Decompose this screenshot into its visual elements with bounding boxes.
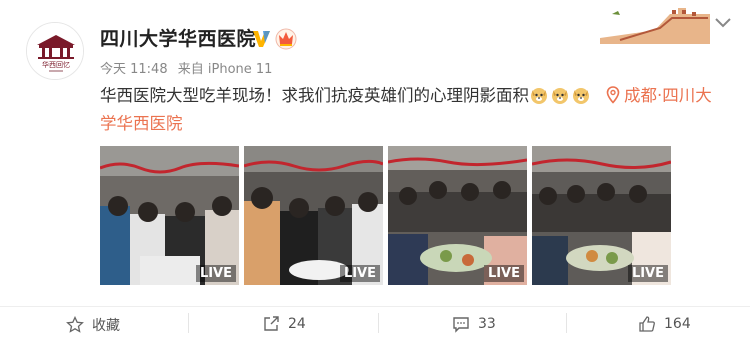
thumbs-up-icon: [639, 316, 655, 332]
doge-emoji-icon: [552, 88, 568, 104]
weibo-post-card: 华西回忆 四川大学华西医院 今天 11:48 来自 iPhone 11 华西医院…: [0, 0, 750, 338]
doge-emoji-icon: [531, 88, 547, 104]
repost-icon: [264, 316, 279, 331]
live-photo-1[interactable]: LIVE: [100, 146, 239, 285]
repost-button[interactable]: 24: [262, 315, 306, 333]
post-meta: 今天 11:48 来自 iPhone 11: [100, 58, 278, 77]
great-wall-decoration-icon: [600, 8, 710, 44]
post-text: 华西医院大型吃羊现场！求我们抗疫英雄们的心理阴影面积 成都·四川大学华西医院: [100, 82, 720, 138]
doge-emoji-icon: [573, 88, 589, 104]
live-badge: LIVE: [339, 265, 380, 282]
live-photo-4[interactable]: LIVE: [532, 146, 671, 285]
star-icon: [66, 316, 84, 333]
favorite-button[interactable]: 收藏: [66, 315, 120, 335]
live-badge: LIVE: [627, 265, 668, 282]
like-button[interactable]: 164: [638, 315, 691, 333]
post-source: 来自 iPhone 11: [177, 62, 273, 77]
verified-badge-icon: [253, 31, 270, 47]
post-time[interactable]: 今天 11:48: [100, 62, 168, 77]
author-avatar[interactable]: 华西回忆: [26, 22, 84, 80]
live-badge: LIVE: [195, 265, 236, 282]
vip-crown-icon: [275, 28, 297, 50]
divider: [378, 313, 379, 333]
divider: [188, 313, 189, 333]
avatar-caption: 华西回忆: [42, 60, 70, 69]
divider: [566, 313, 567, 333]
comment-button[interactable]: 33: [452, 315, 496, 333]
hospital-logo-icon: 华西回忆: [27, 23, 83, 79]
action-bar: 收藏 24 33 164: [0, 306, 750, 338]
chevron-down-icon[interactable]: [714, 16, 732, 30]
post-body: 华西医院大型吃羊现场！求我们抗疫英雄们的心理阴影面积: [100, 86, 529, 105]
location-pin-icon: [606, 86, 620, 104]
live-badge: LIVE: [483, 265, 524, 282]
live-photo-3[interactable]: LIVE: [388, 146, 527, 285]
live-photo-2[interactable]: LIVE: [244, 146, 383, 285]
author-name[interactable]: 四川大学华西医院: [100, 24, 256, 51]
comment-icon: [453, 317, 469, 333]
comment-count: 33: [478, 316, 496, 332]
like-count: 164: [664, 316, 691, 332]
favorite-label: 收藏: [92, 318, 120, 334]
repost-count: 24: [288, 316, 306, 332]
